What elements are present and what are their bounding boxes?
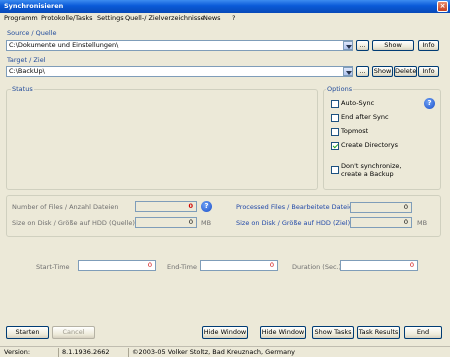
menu-news[interactable]: News [203,13,221,24]
status-group [6,89,318,190]
source-path-input[interactable]: C:\Dokumente und Einstellungen\ [6,40,353,51]
menu-programm[interactable]: Programm [4,13,38,24]
size-target-value: 0 [350,217,412,228]
target-show-button[interactable]: Show [372,66,393,77]
show-tasks-button[interactable]: Show Tasks [312,326,354,339]
topmost-label: Topmost [341,127,369,135]
processed-files-label: Processed Files / Bearbeitete Dateien [236,203,358,211]
target-label: Target / Ziel [7,56,46,64]
size-source-unit: MB [201,219,212,227]
create-directorys-checkbox[interactable] [331,142,339,150]
menu-bar: Programm Protokolle/Tasks Settings Quell… [0,13,450,24]
end-time-label: End-Time [167,263,198,271]
create-directorys-label: Create Directorys [341,141,399,149]
stats-help-icon[interactable]: ? [201,201,212,212]
status-separator [58,348,59,357]
target-browse-button[interactable]: ... [356,66,369,77]
topmost-checkbox[interactable] [331,128,339,136]
end-time-value: 0 [200,260,278,271]
options-help-icon[interactable]: ? [424,98,435,109]
size-source-value: 0 [135,217,197,228]
processed-files-value: 0 [350,202,412,213]
end-after-sync-label: End after Sync [341,113,389,121]
cancel-button[interactable]: Cancel [52,326,95,339]
source-show-button[interactable]: Show [372,40,414,51]
status-separator [128,348,129,357]
source-dropdown-button[interactable] [343,41,353,50]
dont-sync-checkbox[interactable] [331,166,339,174]
auto-sync-checkbox[interactable] [331,100,339,108]
start-time-value: 0 [78,260,156,271]
size-target-label: Size on Disk / Größe auf HDD (Ziel) [236,219,351,227]
dont-sync-label-2: create a Backup [341,170,394,178]
options-label: Options [326,85,354,93]
source-label: Source / Quelle [7,29,57,37]
window-title: Synchronisieren [4,2,64,10]
status-bar: Version: 8.1.1936.2662 ©2003-05 Volker S… [0,346,450,357]
task-results-button[interactable]: Task Results [357,326,400,339]
size-source-label: Size on Disk / Größe auf HDD (Quelle) [12,219,135,227]
source-browse-button[interactable]: ... [356,40,369,51]
target-info-button[interactable]: Info [418,66,439,77]
size-target-unit: MB [417,219,428,227]
menu-verzeichnisse[interactable]: Quell-/ Zielverzeichnisse [125,13,205,24]
version-label: Version: [4,348,31,356]
num-files-value: 0 [135,201,197,212]
target-delete-button[interactable]: Delete [394,66,417,77]
menu-settings[interactable]: Settings [97,13,124,24]
close-button[interactable]: × [437,1,448,12]
duration-label: Duration (Sec.) [292,263,342,271]
status-label: Status [11,85,34,93]
start-time-label: Start-Time [36,263,70,271]
version-value: 8.1.1936.2662 [62,348,110,356]
end-after-sync-checkbox[interactable] [331,114,339,122]
dont-sync-label: Don't synchronize, [341,162,402,170]
source-info-button[interactable]: Info [418,40,439,51]
menu-help[interactable]: ? [232,13,235,24]
auto-sync-label: Auto-Sync [341,99,375,107]
hide-window-button-2[interactable]: Hide Window [260,326,306,339]
start-button[interactable]: Starten [6,326,49,339]
title-bar: Synchronisieren [0,0,450,13]
menu-protokolle[interactable]: Protokolle/Tasks [41,13,93,24]
target-dropdown-button[interactable] [343,67,353,76]
duration-value: 0 [340,260,418,271]
target-path-input[interactable]: C:\BackUp\ [6,66,353,77]
copyright-text: ©2003-05 Volker Stoltz, Bad Kreuznach, G… [132,348,296,356]
end-button[interactable]: End [404,326,442,339]
num-files-label: Number of Files / Anzahl Dateien [12,203,119,211]
hide-window-button-1[interactable]: Hide Window [202,326,248,339]
